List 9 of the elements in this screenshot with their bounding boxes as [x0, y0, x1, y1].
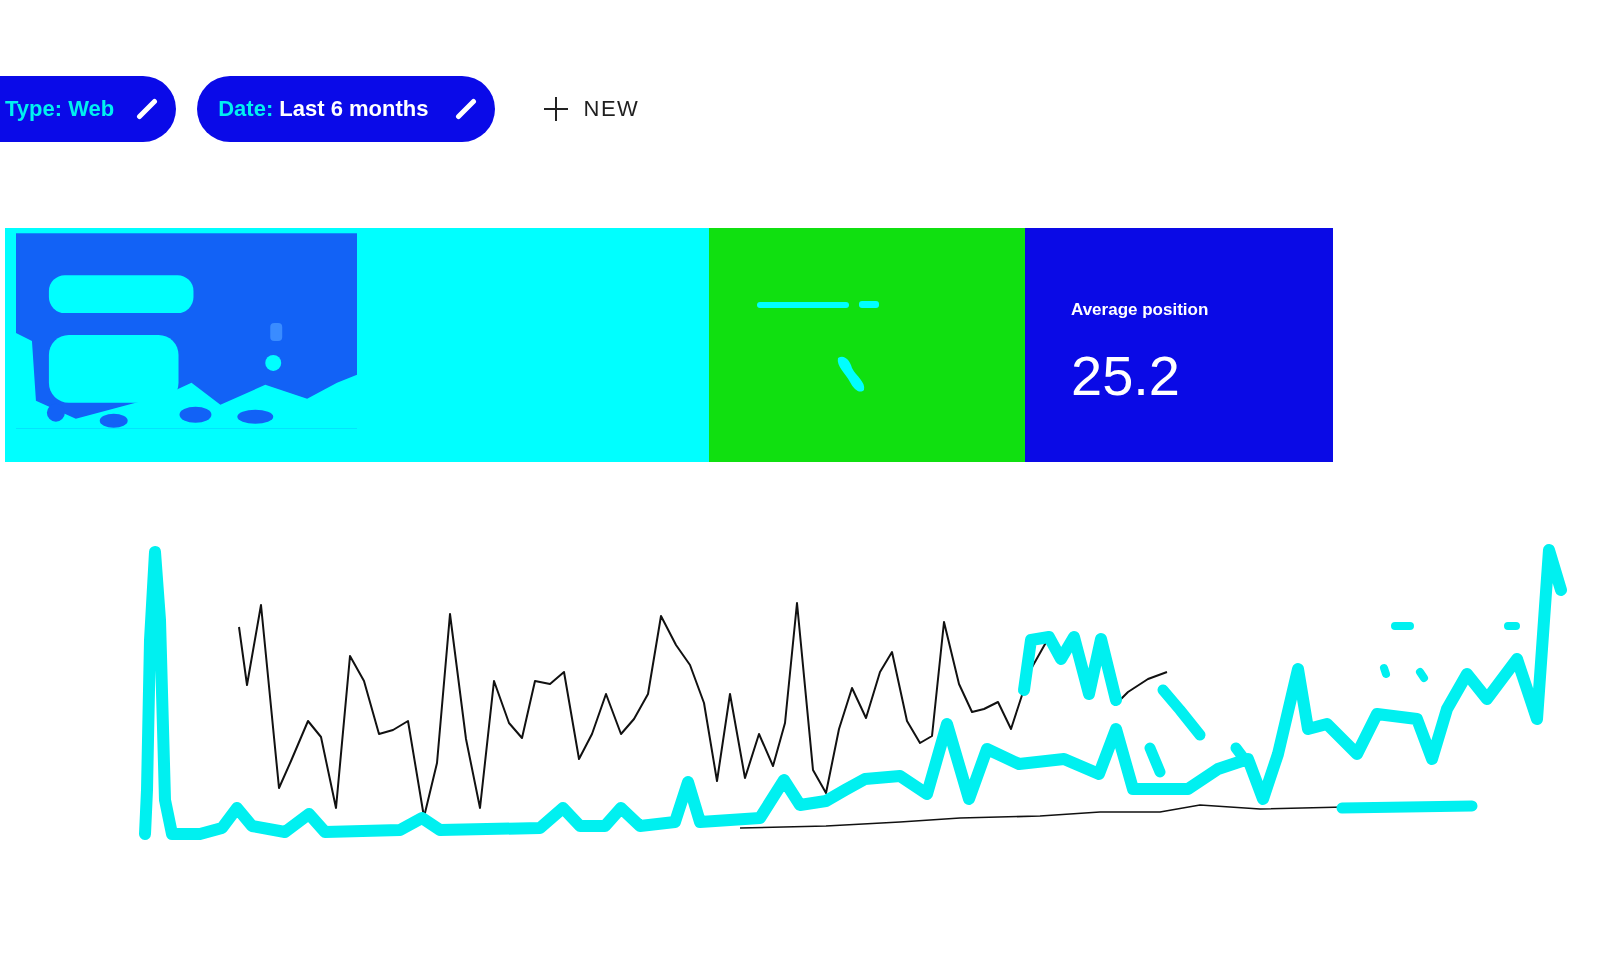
pencil-icon	[136, 98, 159, 120]
new-button[interactable]: NEW	[537, 92, 646, 126]
filter-chip[interactable]: Date: Last 6 months	[197, 76, 495, 142]
pencil-icon	[454, 98, 477, 120]
smudge-icon	[757, 301, 879, 309]
filter-chip[interactable]: Type: Web	[0, 76, 177, 142]
metric-value: 25.2	[1071, 344, 1180, 408]
metric-label: Average position	[1071, 300, 1209, 320]
plus-icon	[543, 97, 568, 121]
